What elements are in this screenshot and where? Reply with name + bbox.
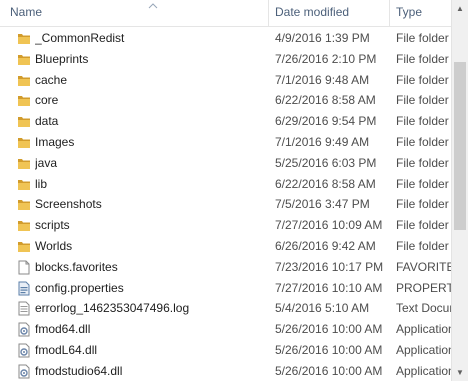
file-date-modified: 5/26/2016 10:00 AM (275, 322, 383, 337)
file-name: fmodstudio64.dll (35, 363, 123, 378)
file-date-modified: 6/22/2016 8:58 AM (275, 93, 376, 108)
file-row[interactable]: Worlds 6/26/2016 9:42 AM File folder (0, 236, 451, 257)
file-type: PROPERTIES File (396, 280, 451, 295)
file-date-modified: 6/29/2016 9:54 PM (275, 114, 377, 129)
file-name: Blueprints (35, 51, 89, 66)
file-date-modified: 7/1/2016 9:48 AM (275, 72, 370, 87)
file-list: _CommonRedist 4/9/2016 1:39 PM File folder… (0, 28, 451, 381)
file-date-modified: 7/1/2016 9:49 AM (275, 134, 370, 149)
file-date-modified: 6/22/2016 8:58 AM (275, 176, 376, 191)
column-divider[interactable] (389, 0, 390, 26)
file-type: File folder (396, 31, 449, 45)
file-date-modified: 7/26/2016 2:10 PM (275, 51, 377, 66)
file-name: fmodL64.dll (35, 342, 98, 357)
folder-icon (17, 156, 31, 171)
file-type: File folder (396, 72, 449, 87)
file-row[interactable]: core 6/22/2016 8:58 AM File folder (0, 90, 451, 111)
file-date-modified: 7/27/2016 10:10 AM (275, 280, 383, 295)
file-name: java (35, 155, 58, 170)
folder-icon (17, 52, 31, 67)
column-header-name[interactable]: Name (10, 0, 265, 26)
scrollbar-thumb[interactable] (454, 62, 466, 230)
file-type: File folder (396, 51, 449, 66)
file-row[interactable]: cache 7/1/2016 9:48 AM File folder (0, 70, 451, 91)
dll-file-icon (17, 364, 31, 379)
file-row[interactable]: java 5/25/2016 6:03 PM File folder (0, 153, 451, 174)
file-row[interactable]: _CommonRedist 4/9/2016 1:39 PM File folder (0, 28, 451, 49)
file-name: data (35, 114, 59, 129)
file-name: blocks.favorites (35, 259, 118, 274)
file-explorer: Name Date modified Type _CommonRedist 4/9… (0, 0, 468, 381)
file-type: File folder (396, 93, 449, 108)
file-name: errorlog_1462353047496.log (35, 301, 190, 316)
file-name: scripts (35, 218, 70, 233)
file-type: Application extension (396, 342, 451, 357)
file-row[interactable]: Screenshots 7/5/2016 3:47 PM File folder (0, 194, 451, 215)
sort-ascending-icon (148, 3, 158, 9)
file-name: core (35, 93, 59, 108)
properties-file-icon (17, 281, 31, 296)
file-name: cache (35, 72, 68, 87)
file-date-modified: 5/4/2016 5:10 AM (275, 301, 370, 316)
file-type: File folder (396, 197, 449, 212)
file-name: lib (35, 176, 48, 191)
file-type: File folder (396, 114, 449, 129)
file-name: Worlds (35, 238, 73, 253)
file-type: Application extension (396, 363, 451, 378)
scroll-up-arrow-icon[interactable]: ▲ (452, 0, 468, 17)
file-row[interactable]: data 6/29/2016 9:54 PM File folder (0, 111, 451, 132)
file-row[interactable]: scripts 7/27/2016 10:09 AM File folder (0, 215, 451, 236)
blank-file-icon (17, 260, 31, 275)
file-row[interactable]: blocks.favorites 7/23/2016 10:17 PM FAVORI… (0, 257, 451, 278)
folder-icon (17, 218, 31, 233)
dll-file-icon (17, 343, 31, 358)
folder-icon (17, 197, 31, 212)
file-row[interactable]: fmodstudio64.dll 5/26/2016 10:00 AM Applic… (0, 361, 451, 381)
file-date-modified: 7/23/2016 10:17 PM (275, 259, 384, 274)
folder-icon (17, 135, 31, 150)
column-header-date-modified[interactable]: Date modified (275, 0, 387, 26)
file-type: FAVORITES File (396, 259, 451, 274)
file-row[interactable]: lib 6/22/2016 8:58 AM File folder (0, 174, 451, 195)
file-type: File folder (396, 155, 449, 170)
folder-icon (17, 31, 31, 46)
folder-icon (17, 93, 31, 108)
folder-icon (17, 114, 31, 129)
text-file-icon (17, 301, 31, 316)
file-row[interactable]: fmod64.dll 5/26/2016 10:00 AM Application … (0, 319, 451, 340)
column-divider[interactable] (268, 0, 269, 26)
folder-icon (17, 177, 31, 192)
file-type: File folder (396, 218, 449, 233)
file-name: Screenshots (35, 197, 102, 212)
column-header-row: Name Date modified Type (0, 0, 451, 27)
file-name: fmod64.dll (35, 322, 91, 337)
folder-icon (17, 239, 31, 254)
file-date-modified: 7/27/2016 10:09 AM (275, 218, 383, 233)
file-row[interactable]: config.properties 7/27/2016 10:10 AM PROPE… (0, 278, 451, 299)
dll-file-icon (17, 322, 31, 337)
file-date-modified: 4/9/2016 1:39 PM (275, 31, 370, 45)
file-name: _CommonRedist (35, 31, 125, 45)
file-row[interactable]: Blueprints 7/26/2016 2:10 PM File folder (0, 49, 451, 70)
vertical-scrollbar[interactable]: ▲ ▼ (451, 0, 468, 381)
file-type: Application extension (396, 322, 451, 337)
file-date-modified: 5/26/2016 10:00 AM (275, 363, 383, 378)
file-type: File folder (396, 176, 449, 191)
file-type: File folder (396, 238, 449, 253)
scroll-down-arrow-icon[interactable]: ▼ (452, 364, 468, 381)
folder-icon (17, 73, 31, 88)
file-type: File folder (396, 134, 449, 149)
file-date-modified: 5/26/2016 10:00 AM (275, 342, 383, 357)
file-name: config.properties (35, 280, 124, 295)
file-row[interactable]: errorlog_1462353047496.log 5/4/2016 5:10 … (0, 298, 451, 319)
file-name: Images (35, 134, 75, 149)
column-header-type[interactable]: Type (396, 0, 451, 26)
file-row[interactable]: fmodL64.dll 5/26/2016 10:00 AM Application… (0, 340, 451, 361)
file-type: Text Document (396, 301, 451, 316)
file-date-modified: 5/25/2016 6:03 PM (275, 155, 377, 170)
file-row[interactable]: Images 7/1/2016 9:49 AM File folder (0, 132, 451, 153)
file-date-modified: 6/26/2016 9:42 AM (275, 238, 376, 253)
file-date-modified: 7/5/2016 3:47 PM (275, 197, 370, 212)
